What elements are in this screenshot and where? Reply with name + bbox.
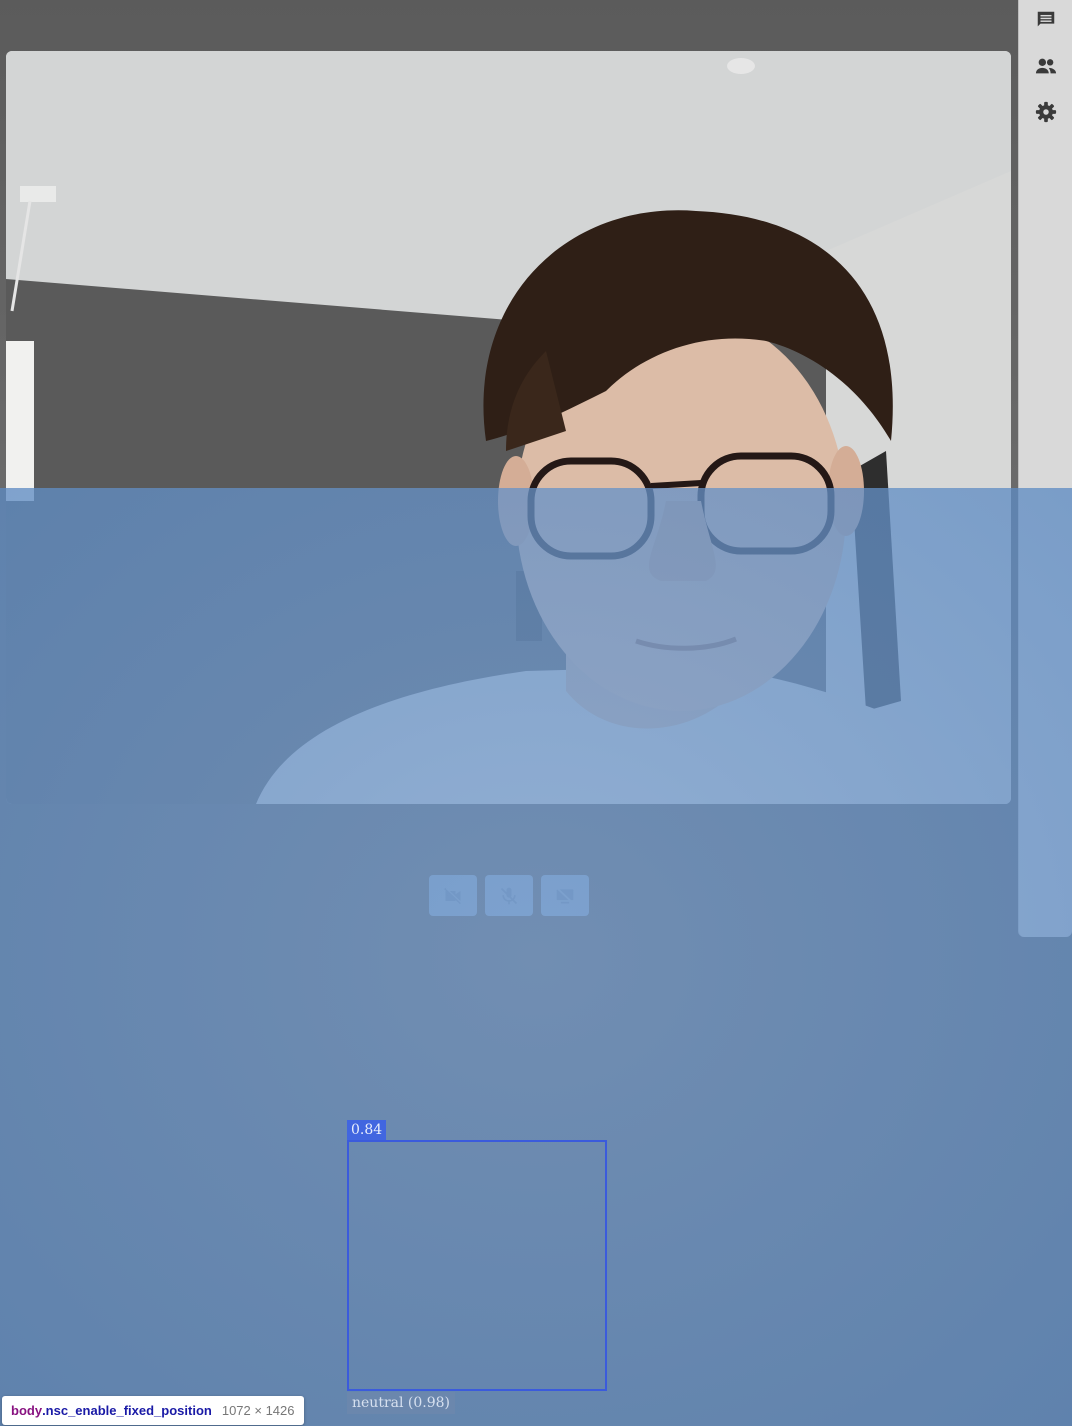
devtools-element-tooltip: body .nsc_enable_fixed_position 1072 × 14… — [2, 1396, 304, 1425]
face-detection-score: 0.84 — [347, 1120, 387, 1141]
camera-off-icon — [444, 887, 462, 904]
chat-icon — [1037, 11, 1055, 27]
settings-button[interactable] — [1033, 99, 1059, 125]
screen-share-off-icon — [556, 887, 574, 903]
settings-gear-icon — [1035, 101, 1057, 123]
chat-button[interactable] — [1033, 7, 1059, 33]
microphone-toggle-button[interactable] — [485, 875, 533, 916]
tooltip-classname: .nsc_enable_fixed_position — [42, 1403, 212, 1418]
tooltip-dimensions: 1072 × 1426 — [221, 1403, 295, 1418]
webcam-video-frame — [6, 51, 1011, 804]
camera-toggle-button[interactable] — [429, 875, 477, 916]
side-panel — [1018, 0, 1072, 937]
call-controls — [0, 804, 1018, 937]
face-detection-box — [347, 1140, 607, 1391]
tooltip-tag: body — [11, 1403, 43, 1418]
webcam-video — [6, 51, 1011, 804]
participants-icon — [1035, 58, 1057, 74]
emotion-label: neutral (0.98) — [347, 1392, 456, 1414]
participants-button[interactable] — [1033, 53, 1059, 79]
mic-off-icon — [500, 887, 518, 904]
screen-share-toggle-button[interactable] — [541, 875, 589, 916]
